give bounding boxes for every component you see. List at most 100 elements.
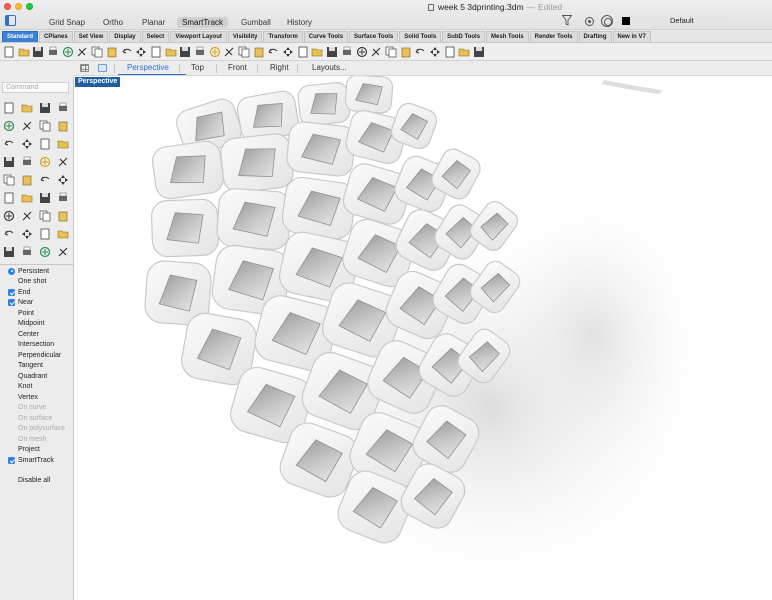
four-viewports-icon[interactable] (222, 45, 236, 59)
minimize-window-button[interactable] (15, 3, 22, 10)
zoom-selected-icon[interactable] (208, 45, 222, 59)
tab-select[interactable]: Select (141, 31, 170, 42)
materials-icon[interactable] (369, 45, 383, 59)
osnap-mode-persistent-checkbox[interactable] (8, 267, 15, 275)
offset-icon[interactable] (18, 135, 36, 153)
osnap-smarttrack[interactable]: SmartTrack (8, 455, 54, 465)
ellipse-icon[interactable] (18, 117, 36, 135)
osnap-mode-persistent[interactable]: Persistent (8, 266, 49, 276)
point-icon[interactable] (18, 99, 36, 117)
array-icon[interactable] (36, 207, 54, 225)
rotate-icon[interactable] (54, 225, 72, 243)
fire-icon[interactable] (18, 171, 36, 189)
zoom-extents-icon[interactable] (193, 45, 207, 59)
light-icon[interactable] (296, 45, 310, 59)
tab-solid-tools[interactable]: Solid Tools (399, 31, 442, 42)
sweep-icon[interactable] (36, 135, 54, 153)
plugin-icon[interactable] (457, 45, 471, 59)
single-viewport-layout-icon[interactable] (98, 64, 107, 72)
osnap-on-mesh[interactable]: On mesh (8, 434, 46, 444)
tab-mesh-tools[interactable]: Mesh Tools (486, 31, 529, 42)
osnap-smarttrack-checkbox[interactable] (8, 456, 15, 464)
environment-icon[interactable] (384, 45, 398, 59)
close-window-button[interactable] (4, 3, 11, 10)
polyline-icon[interactable] (36, 99, 54, 117)
osnap-on-polysurface[interactable]: On polysurface (8, 424, 65, 434)
rectangle-icon[interactable] (54, 99, 72, 117)
zoom-window-icon[interactable] (178, 45, 192, 59)
tab-cplanes[interactable]: CPlanes (39, 31, 73, 42)
new-file-icon[interactable] (2, 45, 16, 59)
dimension-icon[interactable] (0, 225, 18, 243)
mode-gumball[interactable]: Gumball (236, 17, 276, 28)
3d-model-render[interactable] (74, 76, 772, 600)
render-icon[interactable] (355, 45, 369, 59)
layers-icon[interactable] (252, 45, 266, 59)
layer-select[interactable]: Default (634, 15, 730, 27)
scale-icon[interactable] (18, 207, 36, 225)
join-icon[interactable] (36, 189, 54, 207)
arc-icon[interactable] (36, 117, 54, 135)
osnap-end[interactable]: End (8, 287, 30, 297)
sidebar-toggle-icon[interactable] (5, 15, 16, 26)
osnap-disable-all[interactable]: Disable all (8, 476, 50, 486)
circle-icon[interactable] (0, 117, 18, 135)
osnap-center[interactable]: Center (8, 329, 39, 339)
box-icon[interactable] (0, 153, 18, 171)
lock-icon[interactable] (310, 45, 324, 59)
help-icon[interactable] (472, 45, 486, 59)
maximize-window-button[interactable] (26, 3, 33, 10)
paste-icon[interactable] (105, 45, 119, 59)
dimension-icon[interactable] (428, 45, 442, 59)
pan-icon[interactable] (134, 45, 148, 59)
trim-icon[interactable] (18, 189, 36, 207)
osnap-midpoint[interactable]: Midpoint (8, 319, 44, 329)
tab-transform[interactable]: Transform (263, 31, 303, 42)
tab-front[interactable]: Front (228, 63, 247, 72)
tab-new-in-v7[interactable]: New in V7 (612, 31, 651, 42)
analyze-icon[interactable] (0, 243, 18, 261)
tab-curve-tools[interactable]: Curve Tools (303, 31, 349, 42)
tab-visibility[interactable]: Visibility (227, 31, 263, 42)
filter-icon[interactable] (562, 15, 572, 26)
save-icon[interactable] (31, 45, 45, 59)
grid-icon[interactable] (237, 45, 251, 59)
osnap-quadrant[interactable]: Quadrant (8, 371, 47, 381)
osnap-intersection[interactable]: Intersection (8, 340, 54, 350)
mode-ortho[interactable]: Ortho (98, 17, 128, 28)
checkmark-icon[interactable] (18, 243, 36, 261)
tab-right[interactable]: Right (270, 63, 289, 72)
properties-icon[interactable] (266, 45, 280, 59)
osnap-near-checkbox[interactable] (8, 299, 15, 306)
boolean-icon[interactable] (0, 171, 18, 189)
osnap-project[interactable]: Project (8, 445, 40, 455)
filter-icon[interactable] (413, 45, 427, 59)
osnap-end-checkbox[interactable] (8, 288, 15, 296)
explode-icon[interactable] (54, 189, 72, 207)
tab-drafting[interactable]: Drafting (578, 31, 612, 42)
sphere-icon[interactable] (399, 45, 413, 59)
tab-layouts[interactable]: Layouts... (312, 63, 347, 72)
select-arrow-icon[interactable] (0, 99, 18, 117)
box-frame-icon[interactable] (54, 117, 72, 135)
spheres-icon[interactable] (18, 153, 36, 171)
hide-icon[interactable] (325, 45, 339, 59)
cylinder-icon[interactable] (36, 153, 54, 171)
osnap-target-icon[interactable] (601, 15, 613, 27)
rotate-view-icon[interactable] (149, 45, 163, 59)
copy-icon[interactable] (90, 45, 104, 59)
tab-perspective[interactable]: Perspective (127, 63, 169, 72)
osnap-near[interactable]: Near (8, 298, 33, 308)
fillet-icon[interactable] (54, 171, 72, 189)
mirror-icon[interactable] (54, 207, 72, 225)
tab-display[interactable]: Display (109, 31, 141, 42)
viewport-title[interactable]: Perspective (75, 77, 121, 87)
layout-icon[interactable] (443, 45, 457, 59)
tab-standard[interactable]: Standard (2, 31, 39, 42)
render-icon[interactable] (54, 243, 72, 261)
osnap-point[interactable]: Point (8, 308, 34, 318)
print-icon[interactable] (46, 45, 60, 59)
select-icon[interactable] (281, 45, 295, 59)
move-icon[interactable] (0, 207, 18, 225)
grid-array-icon[interactable] (36, 225, 54, 243)
